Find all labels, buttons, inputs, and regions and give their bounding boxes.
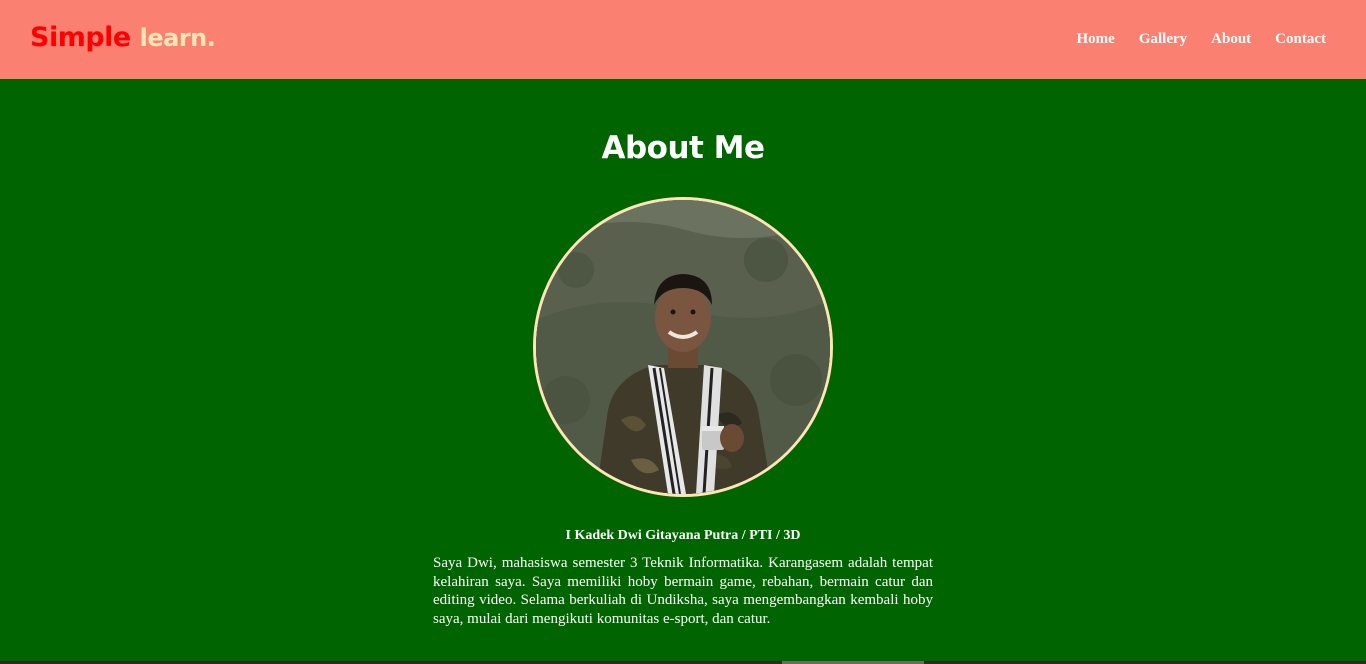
page-title: About Me [601,130,765,166]
profile-name: I Kadek Dwi Gitayana Putra / PTI / 3D [565,528,801,543]
nav-link-gallery[interactable]: Gallery [1139,29,1187,49]
site-logo[interactable]: Simple learn. [30,18,216,58]
profile-photo [533,197,833,497]
logo-main-text: Simple [30,22,131,53]
profile-bio: Saya Dwi, mahasiswa semester 3 Teknik In… [433,555,933,627]
logo-sub-text: learn. [139,24,216,52]
nav-link-home[interactable]: Home [1077,29,1115,49]
nav-link-about[interactable]: About [1211,29,1251,49]
profile-photo-image [536,200,830,494]
nav-link-contact[interactable]: Contact [1275,29,1326,49]
nav-menu: Home Gallery About Contact [1077,29,1327,49]
navbar: Simple learn. Home Gallery About Contact [0,0,1366,79]
